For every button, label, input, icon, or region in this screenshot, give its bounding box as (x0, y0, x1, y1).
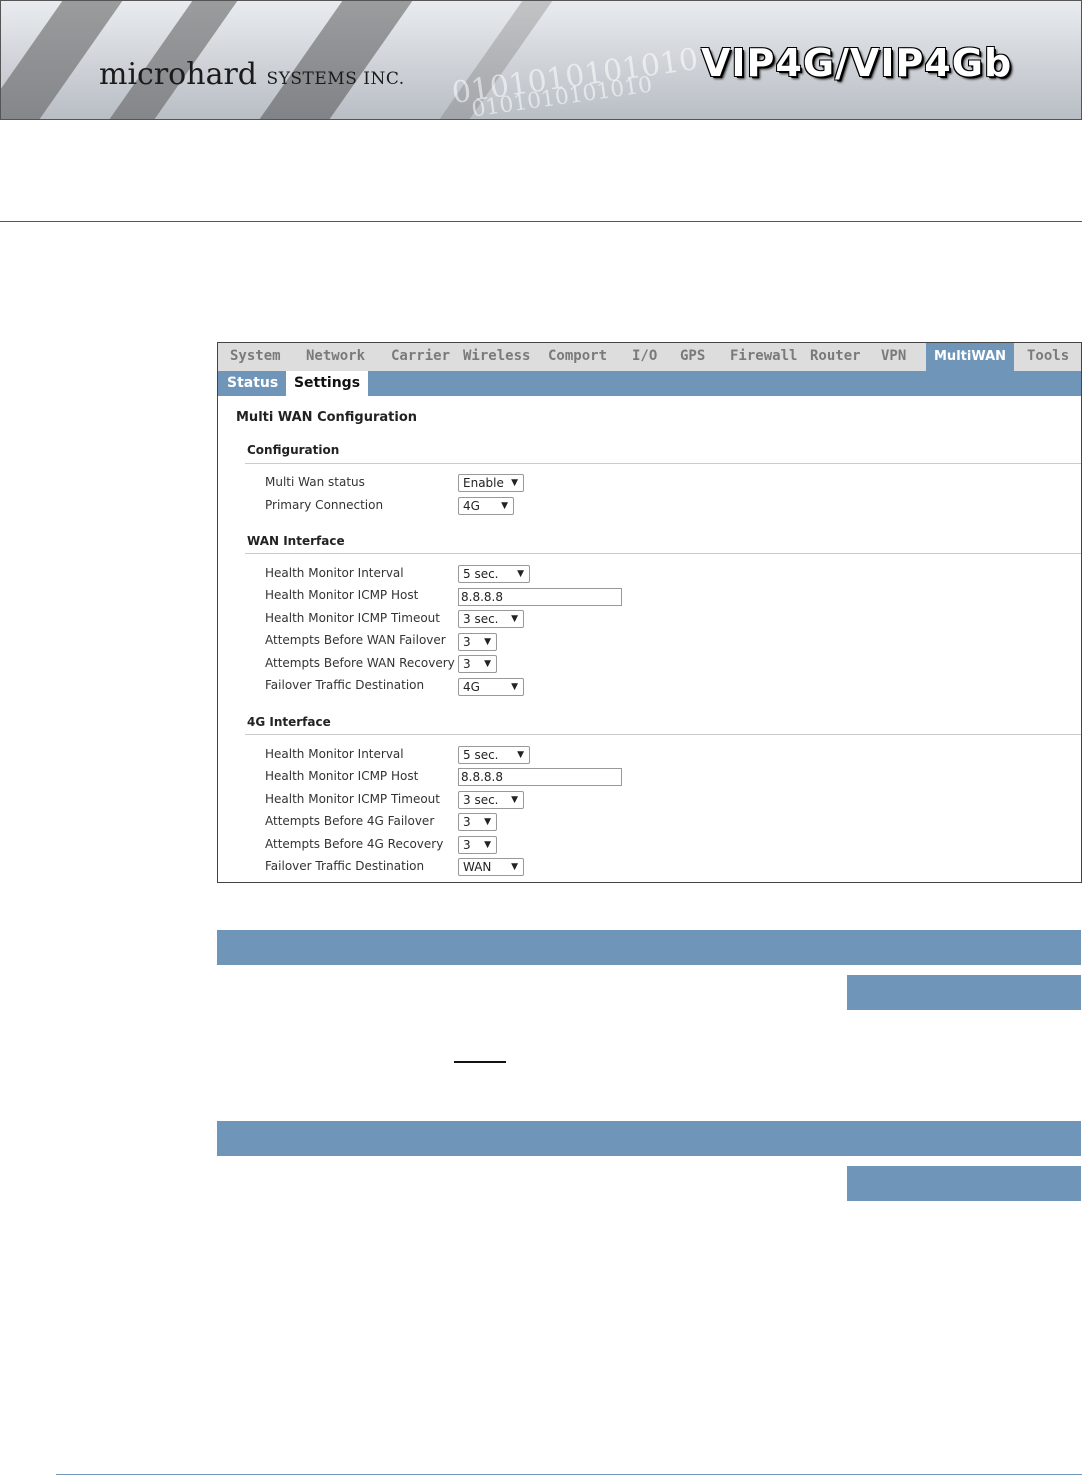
4g-attempts-recovery-label: Attempts Before 4G Recovery (265, 837, 444, 851)
wan-attempts-recovery-select[interactable]: 3 ▼ (458, 655, 497, 673)
select-value: 5 sec. (463, 567, 499, 581)
wan-icmp-timeout-label: Health Monitor ICMP Timeout (265, 611, 440, 625)
triangle-down-icon: ▼ (511, 478, 518, 488)
4g-attempts-failover-label: Attempts Before 4G Failover (265, 814, 435, 828)
tab-settings[interactable]: Settings (286, 371, 368, 396)
triangle-down-icon: ▼ (517, 750, 524, 760)
wan-health-interval-select[interactable]: 5 sec. ▼ (458, 565, 530, 583)
company-logo: microhard SYSTEMS INC. (99, 57, 405, 92)
triangle-down-icon: ▼ (484, 637, 491, 647)
select-value: 5 sec. (463, 748, 499, 762)
menu-gps[interactable]: GPS (680, 348, 705, 364)
section-divider (245, 734, 1081, 735)
wan-attempts-failover-label: Attempts Before WAN Failover (265, 633, 446, 647)
menu-tools[interactable]: Tools (1027, 348, 1069, 364)
menu-router[interactable]: Router (810, 348, 861, 364)
wan-icmp-timeout-select[interactable]: 3 sec. ▼ (458, 610, 524, 628)
section-configuration-title: Configuration (247, 443, 340, 457)
triangle-down-icon: ▼ (511, 682, 518, 692)
wan-icmp-host-label: Health Monitor ICMP Host (265, 588, 419, 602)
select-value: 3 (463, 657, 471, 671)
select-value: 3 (463, 815, 471, 829)
section-header-bar (217, 1121, 1081, 1156)
tab-status[interactable]: Status (227, 371, 278, 396)
value-header-bar (847, 975, 1081, 1010)
wan-failover-destination-label: Failover Traffic Destination (265, 678, 425, 692)
menu-network[interactable]: Network (306, 348, 365, 364)
page-title: Multi WAN Configuration (236, 410, 418, 425)
underline-mark (454, 1061, 506, 1063)
4g-icmp-timeout-label: Health Monitor ICMP Timeout (265, 792, 440, 806)
footer-divider (56, 1474, 1082, 1475)
select-value: 4G (463, 680, 480, 694)
select-value: 3 sec. (463, 612, 499, 626)
top-menu-bar: System Network Carrier Wireless Comport … (218, 343, 1081, 371)
brand-name: microhard (99, 57, 257, 92)
4g-health-interval-select[interactable]: 5 sec. ▼ (458, 746, 530, 764)
section-header-bar (217, 930, 1081, 965)
section-divider (245, 553, 1081, 554)
select-value: 4G (463, 499, 480, 513)
4g-health-interval-label: Health Monitor Interval (265, 747, 404, 761)
4g-icmp-timeout-select[interactable]: 3 sec. ▼ (458, 791, 524, 809)
triangle-down-icon: ▼ (484, 817, 491, 827)
triangle-down-icon: ▼ (484, 659, 491, 669)
4g-icmp-host-input[interactable]: 8.8.8.8 (458, 768, 622, 786)
primary-connection-label: Primary Connection (265, 498, 384, 512)
select-value: 3 (463, 838, 471, 852)
value-header-bar (847, 1166, 1081, 1201)
sub-tab-bar: Status Settings (218, 371, 1081, 396)
menu-multiwan[interactable]: MultiWAN (926, 343, 1015, 371)
header-divider (0, 221, 1082, 222)
select-value: WAN (463, 860, 492, 874)
menu-system[interactable]: System (230, 348, 281, 364)
section-wan-interface-title: WAN Interface (247, 534, 345, 548)
triangle-down-icon: ▼ (517, 569, 524, 579)
primary-connection-select[interactable]: 4G ▼ (458, 497, 514, 515)
multiwan-settings-screenshot: System Network Carrier Wireless Comport … (217, 342, 1082, 883)
triangle-down-icon: ▼ (484, 840, 491, 850)
4g-icmp-host-label: Health Monitor ICMP Host (265, 769, 419, 783)
4g-failover-destination-select[interactable]: WAN ▼ (458, 858, 524, 876)
triangle-down-icon: ▼ (501, 501, 508, 511)
menu-firewall[interactable]: Firewall (730, 348, 797, 364)
triangle-down-icon: ▼ (511, 614, 518, 624)
4g-failover-destination-label: Failover Traffic Destination (265, 859, 425, 873)
brand-suffix: SYSTEMS INC. (266, 69, 405, 89)
select-value: 3 sec. (463, 793, 499, 807)
menu-wireless[interactable]: Wireless (463, 348, 530, 364)
menu-comport[interactable]: Comport (548, 348, 607, 364)
triangle-down-icon: ▼ (511, 795, 518, 805)
triangle-down-icon: ▼ (511, 862, 518, 872)
multi-wan-status-select[interactable]: Enable ▼ (458, 474, 524, 492)
menu-io[interactable]: I/O (632, 348, 657, 364)
select-value: 3 (463, 635, 471, 649)
4g-attempts-recovery-select[interactable]: 3 ▼ (458, 836, 497, 854)
wan-attempts-failover-select[interactable]: 3 ▼ (458, 633, 497, 651)
wan-attempts-recovery-label: Attempts Before WAN Recovery (265, 656, 455, 670)
wan-icmp-host-input[interactable]: 8.8.8.8 (458, 588, 622, 606)
select-value: Enable (463, 476, 504, 490)
menu-carrier[interactable]: Carrier (391, 348, 450, 364)
wan-failover-destination-select[interactable]: 4G ▼ (458, 678, 524, 696)
wan-health-interval-label: Health Monitor Interval (265, 566, 404, 580)
product-banner: 0101010101010 0101010101010 microhard SY… (0, 0, 1082, 120)
product-title: VIP4G/VIP4Gb (701, 41, 1013, 85)
section-4g-interface-title: 4G Interface (247, 715, 331, 729)
multi-wan-status-label: Multi Wan status (265, 475, 365, 489)
menu-vpn[interactable]: VPN (881, 348, 906, 364)
4g-attempts-failover-select[interactable]: 3 ▼ (458, 813, 497, 831)
section-divider (245, 463, 1081, 464)
